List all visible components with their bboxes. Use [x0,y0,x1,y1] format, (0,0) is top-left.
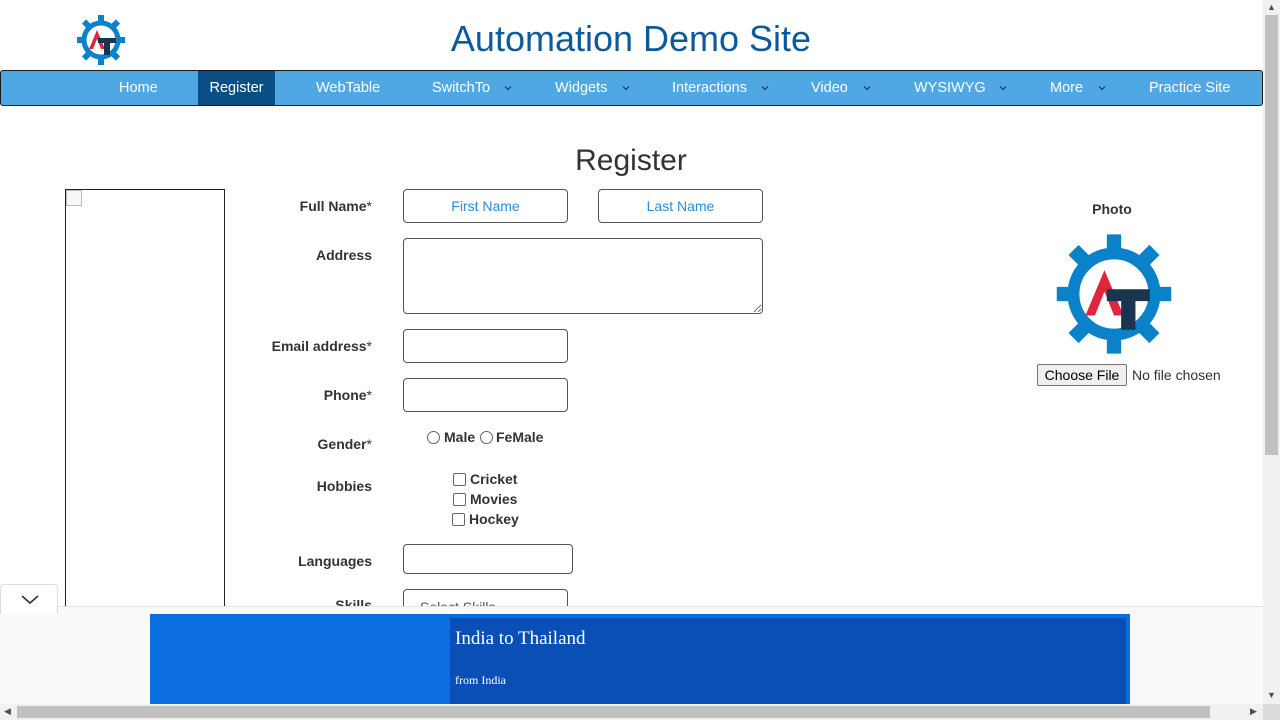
hobbies-label: Hobbies [316,478,372,494]
chevron-down-icon[interactable] [503,83,513,93]
nav-wysiwyg[interactable]: WYSIWYG [914,71,986,105]
email-field[interactable] [403,329,568,363]
email-label: Email address* [271,338,372,354]
full-name-label: Full Name* [299,198,372,214]
choose-file-button[interactable]: Choose File [1037,364,1127,386]
photo-label: Photo [1092,201,1132,217]
gender-male-radio[interactable] [427,431,440,444]
chevron-down-icon[interactable] [998,83,1008,93]
languages-multiselect[interactable] [403,544,573,574]
chevron-down-icon[interactable] [1097,83,1107,93]
last-name-input[interactable] [598,189,763,223]
hobby-hockey-label: Hockey [469,511,519,527]
main-navbar: Home Register WebTable SwitchTo Widgets … [0,70,1263,106]
hobby-cricket-checkbox[interactable] [453,473,466,486]
nav-video[interactable]: Video [811,71,848,105]
nav-register[interactable]: Register [198,71,275,105]
site-title: Automation Demo Site [450,18,812,59]
first-name-input[interactable] [403,189,568,223]
hobby-cricket-label: Cricket [470,471,518,487]
chevron-down-icon[interactable] [621,83,631,93]
horizontal-scrollbar-thumb[interactable] [17,706,1210,718]
ad-collapse-toggle[interactable] [0,584,58,614]
phone-field[interactable] [403,378,568,412]
chevron-down-icon[interactable] [862,83,872,93]
hobby-movies-checkbox[interactable] [453,493,466,506]
address-textarea[interactable] [403,238,763,314]
nav-practice-site[interactable]: Practice Site [1149,71,1230,105]
nav-switchto[interactable]: SwitchTo [432,71,490,105]
nav-interactions[interactable]: Interactions [672,71,747,105]
scroll-left-arrow-icon[interactable]: ◀ [4,706,11,717]
nav-widgets[interactable]: Widgets [555,71,607,105]
address-label: Address [315,247,372,263]
scroll-down-arrow-icon[interactable]: ▼ [1267,690,1276,700]
hobby-movies-label: Movies [470,491,518,507]
ad-title[interactable]: India to Thailand [455,628,586,650]
nav-webtable[interactable]: WebTable [316,71,380,105]
ad-subtitle[interactable]: from India [455,673,506,688]
gender-female-label: FeMale [496,429,544,445]
scrollbar-corner [1263,704,1280,720]
gender-label: Gender* [317,436,372,452]
side-image-frame [65,189,225,619]
file-status-text: No file chosen [1132,367,1221,383]
page-title: Register [575,144,687,177]
phone-label: Phone* [323,387,372,403]
nav-more[interactable]: More [1050,71,1083,105]
broken-image-icon [66,190,82,206]
scroll-right-arrow-icon[interactable]: ▶ [1250,706,1257,717]
gender-female-radio[interactable] [480,431,493,444]
nav-home[interactable]: Home [119,71,158,105]
profile-photo-preview [1054,232,1174,356]
hobby-hockey-checkbox[interactable] [452,513,465,526]
languages-label: Languages [298,553,372,569]
chevron-down-icon[interactable] [760,83,770,93]
vertical-scrollbar-thumb[interactable] [1265,15,1278,455]
chevron-down-icon[interactable] [1,585,59,615]
gender-male-label: Male [444,429,476,445]
scroll-up-arrow-icon[interactable]: ▲ [1267,2,1276,12]
